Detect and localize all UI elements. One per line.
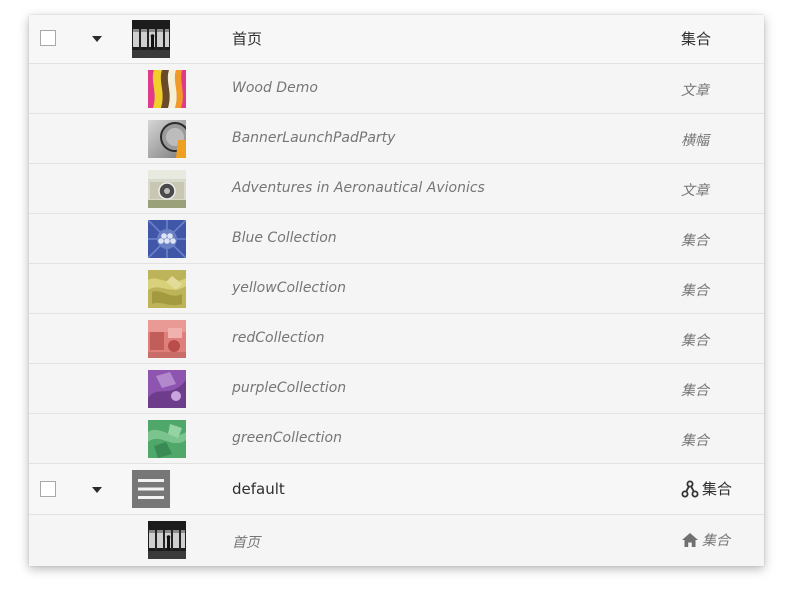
collection-type: 文章 xyxy=(681,80,709,100)
list-item[interactable]: purpleCollection 集合 xyxy=(29,364,764,414)
home-icon xyxy=(682,533,698,547)
collection-type-label: 横幅 xyxy=(681,133,709,149)
collection-type-label: 集合 xyxy=(681,333,709,349)
collection-title[interactable]: default xyxy=(232,480,285,498)
collection-type-label: 集合 xyxy=(681,383,709,399)
list-item[interactable]: yellowCollection 集合 xyxy=(29,264,764,314)
list-item[interactable]: greenCollection 集合 xyxy=(29,414,764,464)
collection-title[interactable]: redCollection xyxy=(232,330,325,346)
list-item[interactable]: Wood Demo 文章 xyxy=(29,64,764,114)
collection-title[interactable]: 首页 xyxy=(232,532,260,552)
list-item[interactable]: BannerLaunchPadParty 横幅 xyxy=(29,114,764,164)
thumbnail-image xyxy=(148,220,186,258)
collection-type-label: 集合 xyxy=(681,433,709,449)
thumbnail-image xyxy=(148,370,186,408)
collection-title[interactable]: Adventures in Aeronautical Avionics xyxy=(232,180,485,196)
collection-type-label: 集合 xyxy=(702,533,730,549)
collection-type-label: 文章 xyxy=(681,183,709,199)
thumbnail-image xyxy=(148,521,186,559)
thumbnail-image xyxy=(148,270,186,308)
thumbnail-image xyxy=(132,20,170,58)
expand-caret-icon[interactable] xyxy=(92,36,102,42)
collection-type-label: 文章 xyxy=(681,83,709,99)
collection-row-default[interactable]: default 集合 xyxy=(29,464,764,515)
collection-type-label: 集合 xyxy=(681,283,709,299)
list-item[interactable]: Adventures in Aeronautical Avionics 文章 xyxy=(29,164,764,214)
collection-type: 文章 xyxy=(681,180,709,200)
collection-type-label: 集合 xyxy=(681,30,712,48)
thumbnail-image xyxy=(148,170,186,208)
thumbnail-image xyxy=(148,120,186,158)
collection-type: 集合 xyxy=(681,430,709,450)
collection-list-panel: 首页 集合 Wood Demo 文章 BannerLaunchPadParty … xyxy=(29,15,764,566)
collection-title[interactable]: Wood Demo xyxy=(232,80,318,96)
branch-icon xyxy=(681,480,699,497)
collection-title[interactable]: BannerLaunchPadParty xyxy=(232,130,395,146)
collection-type-label: 集合 xyxy=(702,480,733,498)
collection-row-home[interactable]: 首页 集合 xyxy=(29,15,764,64)
row-checkbox[interactable] xyxy=(40,481,56,497)
expand-caret-icon[interactable] xyxy=(92,487,102,493)
list-item[interactable]: redCollection 集合 xyxy=(29,314,764,364)
thumbnail-image xyxy=(148,70,186,108)
thumbnail-image xyxy=(148,420,186,458)
collection-type: 集合 xyxy=(681,230,709,250)
collection-type: 集合 xyxy=(681,530,730,550)
collection-type: 集合 xyxy=(681,330,709,350)
collection-type: 集合 xyxy=(681,478,732,499)
list-item[interactable]: Blue Collection 集合 xyxy=(29,214,764,264)
thumbnail-image xyxy=(148,320,186,358)
collection-title[interactable]: yellowCollection xyxy=(232,280,346,296)
collection-title[interactable]: 首页 xyxy=(232,28,262,49)
list-placeholder-icon xyxy=(132,470,170,508)
collection-type: 集合 xyxy=(681,280,709,300)
row-checkbox[interactable] xyxy=(40,30,56,46)
collection-title[interactable]: Blue Collection xyxy=(232,230,337,246)
collection-type: 横幅 xyxy=(681,130,709,150)
list-item[interactable]: 首页 集合 xyxy=(29,515,764,566)
collection-title[interactable]: greenCollection xyxy=(232,430,342,446)
collection-title[interactable]: purpleCollection xyxy=(232,380,346,396)
collection-type-label: 集合 xyxy=(681,233,709,249)
collection-type: 集合 xyxy=(681,28,711,49)
collection-type: 集合 xyxy=(681,380,709,400)
